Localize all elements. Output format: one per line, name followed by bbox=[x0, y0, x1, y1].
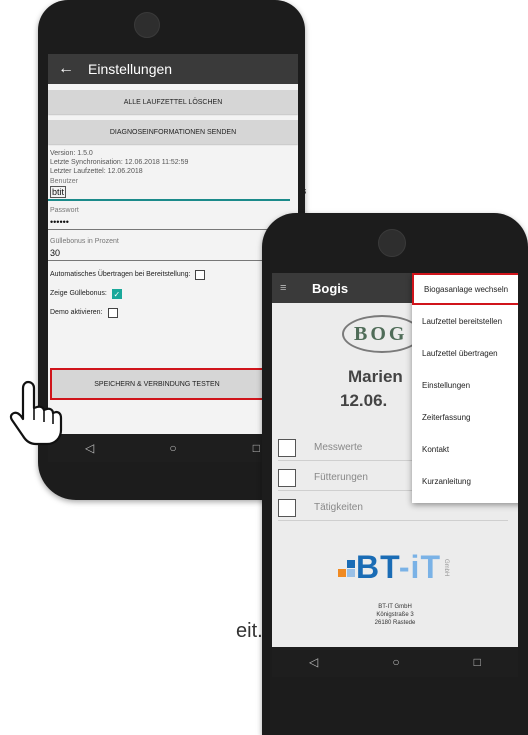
demo-label: Demo aktivieren: bbox=[50, 309, 103, 316]
last-slip-text: Letzter Laufzettel: 12.06.2018 bbox=[50, 168, 143, 175]
show-bonus-label: Zeige Güllebonus: bbox=[50, 290, 107, 297]
menu-item-quick-guide[interactable]: Kurzanleitung bbox=[412, 465, 518, 497]
nav-recent-icon[interactable]: □ bbox=[474, 655, 481, 669]
menu-item-switch-plant[interactable]: Biogasanlage wechseln bbox=[412, 273, 518, 305]
demo-checkbox[interactable] bbox=[107, 307, 118, 318]
row-label: Tätigkeiten bbox=[314, 502, 363, 513]
nav-back-icon[interactable]: ◁ bbox=[309, 655, 318, 669]
android-navbar: ◁ ○ □ bbox=[272, 647, 518, 677]
overflow-menu: Biogasanlage wechseln Laufzettel bereits… bbox=[412, 273, 518, 503]
app-title: Bogis bbox=[312, 280, 349, 296]
nav-back-icon[interactable]: ◁ bbox=[75, 441, 105, 455]
show-bonus-row: Zeige Güllebonus: ✓ bbox=[48, 284, 298, 303]
row-checkbox[interactable] bbox=[278, 438, 296, 457]
logo-gmbh: GmbH bbox=[442, 558, 449, 577]
password-field[interactable]: •••••• bbox=[48, 214, 290, 230]
last-sync-text: Letzte Synchronisation: 12.06.2018 11:52… bbox=[50, 159, 189, 166]
menu-item-time-tracking[interactable]: Zeiterfassung bbox=[412, 401, 518, 433]
row-label: Fütterungen bbox=[314, 472, 368, 483]
background-text-fragment: eit. bbox=[236, 620, 263, 642]
phone-home: ≡ Bogis BOG Marien 12.06. Messwerte Fütt… bbox=[262, 213, 528, 735]
row-label: Messwerte bbox=[314, 442, 363, 453]
bogis-logo: BOG bbox=[342, 315, 422, 353]
site-date: 12.06. bbox=[340, 391, 388, 410]
version-text: Version: 1.5.0 bbox=[50, 150, 93, 157]
auto-transfer-label: Automatisches Übertragen bei Bereitstell… bbox=[50, 271, 191, 278]
bonus-label: Güllebonus in Prozent bbox=[50, 238, 119, 245]
auto-transfer-checkbox[interactable] bbox=[195, 269, 206, 280]
user-label: Benutzer bbox=[50, 178, 79, 185]
home-screen: ≡ Bogis BOG Marien 12.06. Messwerte Fütt… bbox=[272, 273, 518, 647]
hand-pointer-icon bbox=[9, 380, 63, 446]
page-title: Einstellungen bbox=[88, 61, 173, 77]
send-diagnostics-button[interactable]: DIAGNOSEINFORMATIONEN SENDEN bbox=[48, 120, 298, 144]
user-field[interactable]: btit bbox=[48, 185, 290, 201]
menu-item-transfer-slip[interactable]: Laufzettel übertragen bbox=[412, 337, 518, 369]
nav-home-icon[interactable]: ○ bbox=[158, 441, 188, 455]
company-name: BT-IT GmbH bbox=[378, 604, 412, 610]
phone-camera bbox=[378, 229, 406, 257]
menu-item-settings[interactable]: Einstellungen bbox=[412, 369, 518, 401]
bonus-value: 30 bbox=[50, 247, 61, 258]
company-address: BT-IT GmbH Königstraße 3 26180 Rastede bbox=[272, 603, 518, 627]
auto-transfer-row: Automatisches Übertragen bei Bereitstell… bbox=[48, 265, 298, 284]
logo-wordmark: BT-iT bbox=[356, 549, 441, 585]
stage: “ eit. ← Einstellungen ALLE LAUFZETTEL L… bbox=[0, 0, 528, 735]
password-value: •••••• bbox=[50, 216, 69, 227]
menu-item-contact[interactable]: Kontakt bbox=[412, 433, 518, 465]
delete-all-slips-button[interactable]: ALLE LAUFZETTEL LÖSCHEN bbox=[48, 90, 298, 114]
show-bonus-checkbox[interactable]: ✓ bbox=[111, 288, 122, 299]
logo-squares bbox=[338, 557, 356, 579]
password-label: Passwort bbox=[50, 207, 79, 214]
hamburger-menu-icon[interactable]: ≡ bbox=[280, 282, 298, 294]
company-city: 26180 Rastede bbox=[374, 620, 416, 626]
menu-item-provide-slip[interactable]: Laufzettel bereitstellen bbox=[412, 305, 518, 337]
settings-screen: ← Einstellungen ALLE LAUFZETTEL LÖSCHEN … bbox=[48, 54, 298, 434]
phone-camera bbox=[134, 12, 160, 38]
row-checkbox[interactable] bbox=[278, 468, 296, 487]
company-street: Königstraße 3 bbox=[376, 612, 414, 618]
demo-row: Demo aktivieren: bbox=[48, 303, 298, 322]
back-arrow-icon[interactable]: ← bbox=[58, 60, 80, 78]
site-name: Marien bbox=[348, 367, 403, 386]
settings-appbar: ← Einstellungen bbox=[48, 54, 298, 84]
user-value: btit bbox=[50, 186, 67, 198]
nav-home-icon[interactable]: ○ bbox=[392, 655, 399, 669]
version-info: Version: 1.5.0 Letzte Synchronisation: 1… bbox=[48, 144, 298, 176]
company-logo: BT-iT GmbH bbox=[338, 549, 449, 586]
bonus-field[interactable]: 30 bbox=[48, 245, 290, 261]
android-navbar: ◁ ○ □ bbox=[48, 434, 298, 462]
save-and-test-button[interactable]: SPEICHERN & VERBINDUNG TESTEN bbox=[50, 368, 264, 400]
row-checkbox[interactable] bbox=[278, 498, 296, 517]
